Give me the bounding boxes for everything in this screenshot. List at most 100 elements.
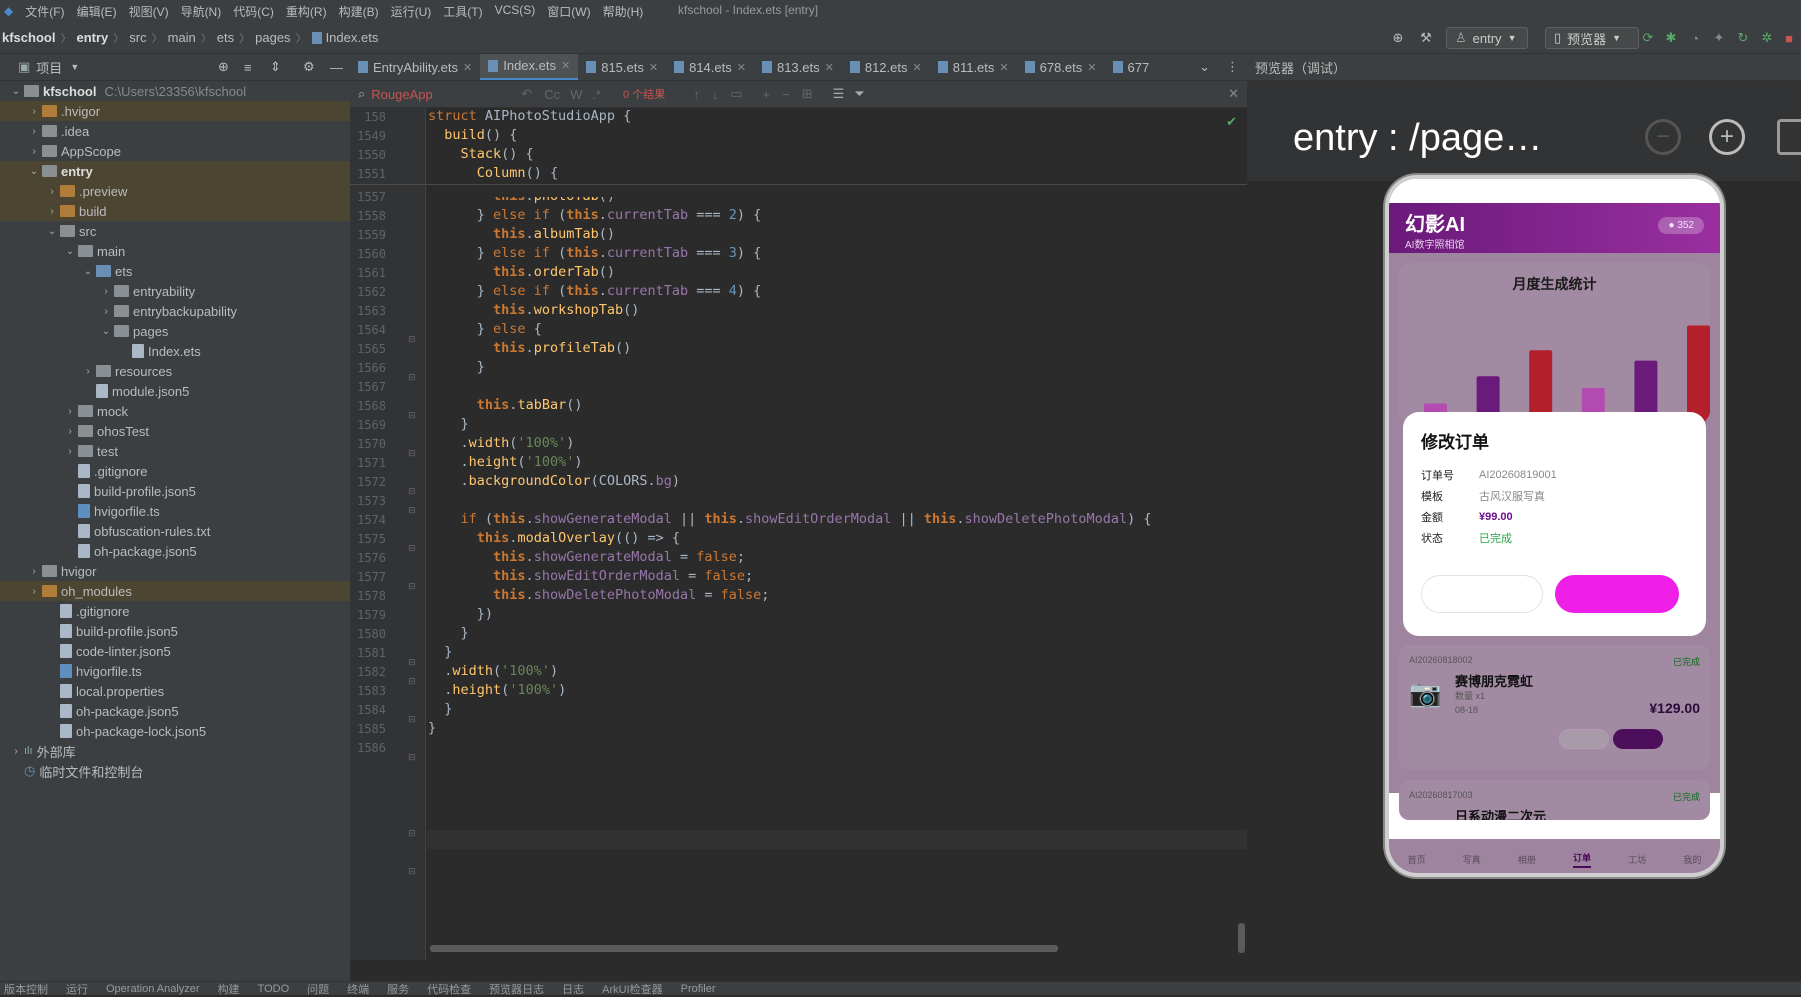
fold-icon[interactable]: ⊟: [408, 334, 416, 345]
close-icon[interactable]: ✕: [463, 61, 472, 74]
filter-icon[interactable]: ⏷: [854, 86, 864, 102]
code-line[interactable]: this.showGenerateModal = false;: [428, 549, 745, 565]
tree-item[interactable]: › ohosTest: [0, 421, 350, 441]
tool-window-button[interactable]: 构建: [218, 981, 240, 997]
breadcrumb-item[interactable]: Index.ets: [326, 30, 379, 45]
tree-item[interactable]: › .preview: [0, 181, 350, 201]
tool-window-button[interactable]: 日志: [562, 981, 584, 997]
menu-item[interactable]: 导航(N): [175, 3, 228, 20]
words-icon[interactable]: W: [570, 87, 582, 102]
code-line[interactable]: this.profileTab(): [428, 340, 631, 356]
tree-item[interactable]: › AppScope: [0, 141, 350, 161]
secondary-button[interactable]: [1559, 729, 1609, 749]
nav-tab[interactable]: 相册: [1518, 853, 1536, 866]
code-line[interactable]: } else if (this.currentTab === 4) {: [428, 283, 762, 299]
code-line[interactable]: .backgroundColor(COLORS.bg): [428, 473, 681, 489]
order-card[interactable]: AI20260817003 已完成 日系动漫二次元: [1399, 780, 1710, 820]
close-icon[interactable]: ✕: [999, 61, 1008, 74]
tree-item[interactable]: › test: [0, 441, 350, 461]
target-icon[interactable]: ⊕: [1390, 30, 1406, 46]
tree-item[interactable]: › ılı 外部库: [0, 741, 350, 761]
fold-icon[interactable]: ⊟: [408, 543, 416, 554]
tree-item[interactable]: › oh_modules: [0, 581, 350, 601]
tree-item[interactable]: ⌄ src: [0, 221, 350, 241]
code-line[interactable]: this.showDeletePhotoModal = false;: [428, 587, 769, 603]
code-line[interactable]: this.workshopTab(): [428, 302, 639, 318]
fold-icon[interactable]: ⊟: [408, 676, 416, 687]
breadcrumb-item[interactable]: ets: [217, 30, 234, 45]
code-line[interactable]: this.showEditOrderModal = false;: [428, 568, 753, 584]
tree-item[interactable]: ⌄ pages: [0, 321, 350, 341]
tree-item[interactable]: ⌄ entry: [0, 161, 350, 181]
code-line[interactable]: Column() {: [428, 165, 558, 181]
run-config-select[interactable]: ♙ entry ▼: [1446, 27, 1528, 49]
minimize-icon[interactable]: —: [330, 60, 343, 75]
gear-icon[interactable]: ⚙: [303, 59, 315, 75]
menu-item[interactable]: 代码(C): [227, 3, 280, 20]
tree-item[interactable]: › mock: [0, 401, 350, 421]
refresh-icon[interactable]: ⟳: [1640, 30, 1656, 46]
tree-item[interactable]: › .idea: [0, 121, 350, 141]
regex-icon[interactable]: .*: [592, 87, 601, 102]
zoom-in-icon[interactable]: +: [1709, 119, 1745, 155]
close-icon[interactable]: ✕: [1228, 86, 1239, 102]
tool-window-button[interactable]: 版本控制: [4, 981, 48, 997]
code-line[interactable]: }: [428, 359, 485, 375]
tree-item[interactable]: › .hvigor: [0, 101, 350, 121]
fold-icon[interactable]: ⊟: [408, 581, 416, 592]
tree-item[interactable]: module.json5: [0, 381, 350, 401]
vertical-scrollbar[interactable]: [1238, 923, 1245, 953]
chevron-right-icon[interactable]: ›: [98, 286, 114, 297]
tree-item[interactable]: hvigorfile.ts: [0, 661, 350, 681]
nav-tab[interactable]: 工坊: [1628, 853, 1646, 866]
tool-window-button[interactable]: 终端: [347, 981, 369, 997]
horizontal-scrollbar[interactable]: [430, 945, 1058, 952]
primary-button[interactable]: [1613, 729, 1663, 749]
tree-item[interactable]: › entryability: [0, 281, 350, 301]
fold-icon[interactable]: ⊟: [408, 486, 416, 497]
code-line[interactable]: build() {: [428, 127, 517, 143]
tool-window-button[interactable]: 问题: [307, 981, 329, 997]
code-line[interactable]: } else if (this.currentTab === 2) {: [428, 207, 762, 223]
chevron-down-icon[interactable]: ⌄: [26, 166, 42, 177]
debug-icon[interactable]: ✱: [1663, 30, 1679, 46]
code-line[interactable]: }): [428, 606, 493, 622]
nav-tab[interactable]: 首页: [1408, 853, 1426, 866]
chevron-down-icon[interactable]: ⌄: [1191, 59, 1218, 75]
chevron-down-icon[interactable]: ⌄: [62, 246, 78, 257]
code-line[interactable]: }: [428, 701, 452, 717]
chevron-right-icon[interactable]: ›: [62, 406, 78, 417]
tree-item[interactable]: oh-package-lock.json5: [0, 721, 350, 741]
editor-tab[interactable]: Index.ets ✕: [480, 54, 579, 80]
code-editor[interactable]: 158 1549 1550 1551 1557 1558 1559 1560 1561 1562 1…: [350, 108, 1247, 960]
chevron-right-icon[interactable]: ›: [44, 186, 60, 197]
collapse-all-icon[interactable]: ≡: [244, 60, 252, 75]
tree-item[interactable]: .gitignore: [0, 601, 350, 621]
tree-item[interactable]: oh-package.json5: [0, 541, 350, 561]
fold-icon[interactable]: ⊟: [408, 448, 416, 459]
code-line[interactable]: .width('100%'): [428, 663, 558, 679]
filter-options-icon[interactable]: ☰: [833, 86, 845, 102]
fold-icon[interactable]: ⊟: [408, 866, 416, 877]
code-line[interactable]: }: [428, 416, 469, 432]
menu-item[interactable]: 窗口(W): [541, 3, 596, 20]
close-icon[interactable]: ✕: [1087, 61, 1096, 74]
search-input[interactable]: RougeApp: [371, 87, 521, 102]
tool-window-button[interactable]: ArkUI检查器: [602, 981, 663, 997]
tree-item[interactable]: code-linter.json5: [0, 641, 350, 661]
tool-window-button[interactable]: Profiler: [681, 983, 716, 995]
breadcrumb-item[interactable]: pages: [255, 30, 290, 45]
chevron-right-icon[interactable]: ›: [80, 366, 96, 377]
previewer-select[interactable]: ▯ 预览器 ▼: [1545, 27, 1639, 49]
tool-window-button[interactable]: 服务: [387, 981, 409, 997]
menu-item[interactable]: VCS(S): [489, 3, 542, 20]
tool-window-button[interactable]: 代码检查: [427, 981, 471, 997]
code-line[interactable]: .height('100%'): [428, 682, 566, 698]
hammer-icon[interactable]: ⚒: [1418, 30, 1434, 46]
tree-item[interactable]: › resources: [0, 361, 350, 381]
prev-match-icon[interactable]: ↑: [693, 87, 700, 102]
chevron-down-icon[interactable]: ⌄: [80, 266, 96, 277]
code-line[interactable]: }: [428, 720, 436, 736]
nav-tab[interactable]: 写真: [1463, 853, 1481, 866]
chevron-right-icon[interactable]: ›: [62, 426, 78, 437]
